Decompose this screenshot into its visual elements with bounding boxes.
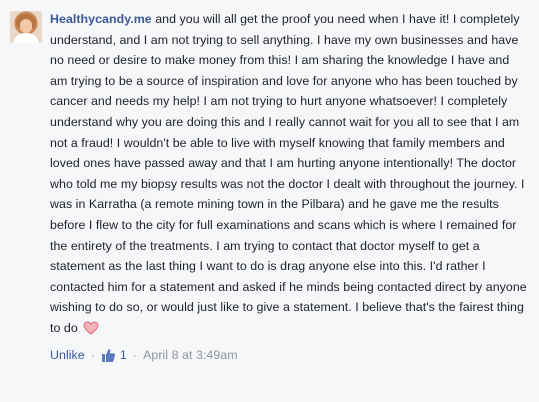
comment-timestamp[interactable]: April 8 at 3:49am xyxy=(143,345,238,366)
heart-icon xyxy=(83,321,99,342)
separator: · xyxy=(132,348,138,363)
thumbs-up-icon[interactable] xyxy=(101,348,116,363)
like-count[interactable]: 1 xyxy=(120,345,127,366)
separator: · xyxy=(90,348,95,363)
avatar[interactable] xyxy=(10,11,42,43)
avatar-face xyxy=(20,19,32,33)
avatar-shoulders xyxy=(13,33,39,43)
comment-text: and you will all get the proof you need … xyxy=(50,12,527,335)
comment-author-link[interactable]: Healthycandy.me xyxy=(50,12,152,26)
comment: Healthycandy.me and you will all get the… xyxy=(0,0,539,402)
unlike-button[interactable]: Unlike xyxy=(50,345,85,366)
comment-actions: Unlike · 1 · April 8 at 3:49am xyxy=(50,347,530,365)
comment-body: Healthycandy.me and you will all get the… xyxy=(50,9,530,342)
comment-content: Healthycandy.me and you will all get the… xyxy=(50,9,530,365)
